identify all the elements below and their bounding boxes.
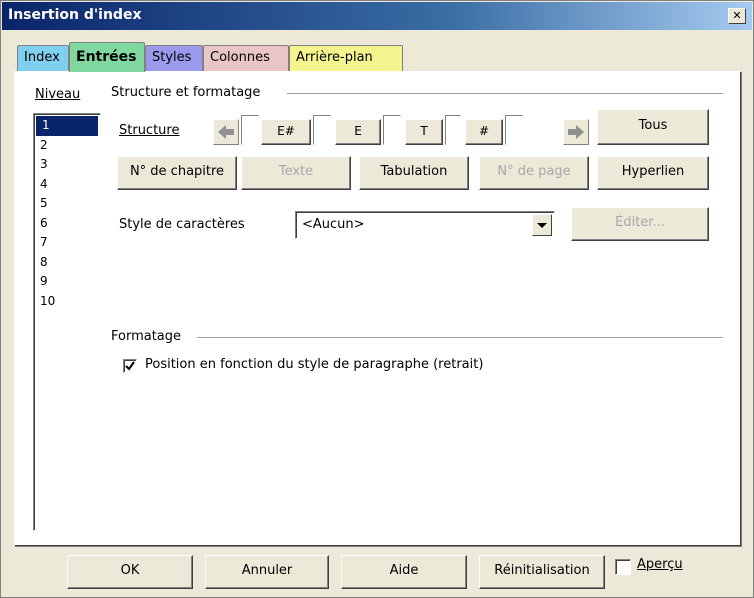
dialog-title: Insertion d'index — [8, 7, 142, 23]
list-item[interactable]: 10 — [34, 292, 100, 312]
preview-checkbox[interactable] — [615, 559, 631, 575]
hyperlink-button[interactable]: Hyperlien — [597, 156, 709, 190]
preview-label[interactable]: Aperçu — [637, 557, 683, 572]
structure-edit-gap[interactable] — [383, 115, 401, 145]
chapter-number-button[interactable]: N° de chapitre — [117, 156, 237, 190]
structure-group-heading: Structure et formatage — [111, 85, 261, 100]
list-item[interactable]: 9 — [34, 272, 100, 292]
group-divider — [287, 93, 723, 95]
position-retrait-checkbox[interactable] — [123, 359, 137, 373]
checkmark-icon — [125, 361, 135, 371]
arrow-left-icon[interactable] — [213, 119, 239, 145]
char-style-label: Style de caractères — [119, 217, 245, 232]
tab-index[interactable]: Index — [17, 45, 69, 71]
token-tab[interactable]: T — [405, 119, 443, 145]
level-heading: Niveau — [35, 87, 81, 102]
formatting-group-heading: Formatage — [111, 329, 182, 344]
char-style-value: <Aucun> — [302, 217, 365, 232]
text-button[interactable]: Texte — [241, 156, 351, 190]
reset-button[interactable]: Réinitialisation — [479, 555, 605, 589]
help-button[interactable]: Aide — [341, 555, 467, 589]
structure-edit-gap[interactable] — [241, 115, 259, 145]
char-style-select[interactable]: <Aucun> — [295, 211, 555, 239]
token-entry[interactable]: E — [335, 119, 381, 145]
structure-edit-gap[interactable] — [313, 115, 331, 145]
all-button[interactable]: Tous — [597, 109, 709, 145]
close-icon[interactable]: ✕ — [728, 8, 746, 24]
list-item[interactable]: 7 — [34, 233, 100, 253]
list-item[interactable]: 8 — [34, 253, 100, 273]
list-item[interactable]: 2 — [34, 136, 100, 156]
tab-stop-button[interactable]: Tabulation — [359, 156, 469, 190]
level-listbox[interactable]: 1 2 3 4 5 6 7 8 9 10 — [33, 113, 101, 531]
tab-colonnes[interactable]: Colonnes — [203, 45, 289, 71]
list-item[interactable]: 5 — [34, 194, 100, 214]
tab-arriere-plan[interactable]: Arrière-plan — [289, 45, 403, 71]
edit-button[interactable]: Éditer... — [571, 207, 709, 241]
list-item[interactable]: 3 — [34, 155, 100, 175]
token-chapter-number[interactable]: E# — [261, 119, 311, 145]
list-item[interactable]: 1 — [36, 116, 98, 136]
token-page-number[interactable]: # — [465, 119, 503, 145]
tab-entrees[interactable]: Entrées — [69, 42, 145, 72]
chevron-down-icon[interactable] — [532, 214, 552, 236]
structure-edit-gap[interactable] — [505, 115, 523, 145]
position-retrait-label[interactable]: Position en fonction du style de paragra… — [145, 357, 483, 372]
title-bar[interactable]: Insertion d'index ✕ — [2, 2, 752, 30]
ok-button[interactable]: OK — [67, 555, 193, 589]
group-divider — [197, 337, 723, 339]
list-item[interactable]: 4 — [34, 175, 100, 195]
page-number-button[interactable]: N° de page — [479, 156, 589, 190]
list-item[interactable]: 6 — [34, 214, 100, 234]
structure-edit-gap[interactable] — [445, 115, 461, 145]
arrow-right-icon[interactable] — [563, 119, 589, 145]
tab-styles[interactable]: Styles — [145, 45, 203, 71]
dialog-window: Insertion d'index ✕ Index Entrées Styles… — [0, 0, 754, 598]
cancel-button[interactable]: Annuler — [205, 555, 329, 589]
structure-label: Structure — [119, 123, 180, 138]
